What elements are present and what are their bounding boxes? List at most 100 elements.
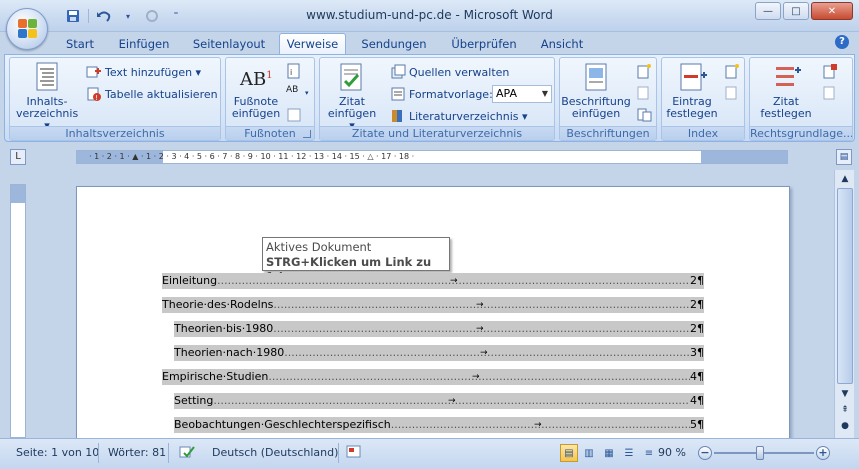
mark-citation-button[interactable]: Zitat festlegen xyxy=(754,61,818,120)
style-label-container: Formatvorlage: xyxy=(390,85,493,103)
draft-icon[interactable]: ≡ xyxy=(640,444,658,462)
toc-entry-empirische[interactable]: Empirische·Studien......................… xyxy=(162,369,704,385)
update-figures-button[interactable] xyxy=(636,84,652,102)
document-area: Aktives Dokument STRG+Klicken um Link zu… xyxy=(30,170,833,438)
title-bar: ▾ ⁼ www.studium-und-pc.de - Microsoft Wo… xyxy=(0,0,859,32)
view-ruler-icon[interactable]: ▤ xyxy=(836,149,852,165)
manage-sources-button[interactable]: Quellen verwalten xyxy=(390,63,509,81)
citation-style-select[interactable]: APA ▼ xyxy=(492,85,552,103)
tab-arrow-icon: → xyxy=(476,324,484,334)
mark-citation-label-2: festlegen xyxy=(760,107,812,120)
vertical-scrollbar[interactable]: ▲ ▼ ⇞ ● xyxy=(834,170,854,438)
horizontal-ruler[interactable]: · 1 · 2 · 1 · ▲ · 1 · 2 · 3 · 4 · 5 · 6 … xyxy=(76,150,788,164)
minimize-button[interactable]: — xyxy=(755,2,781,20)
tab-ansicht[interactable]: Ansicht xyxy=(534,34,590,54)
add-text-label: Text hinzufügen ▾ xyxy=(105,65,202,79)
web-layout-icon[interactable]: ▦ xyxy=(600,444,618,462)
toc-entry-page: 3¶ xyxy=(690,345,704,361)
maximize-button[interactable]: □ xyxy=(783,2,809,20)
table-of-figures-icon xyxy=(636,63,652,79)
insert-citation-button[interactable]: Zitat einfügen ▾ xyxy=(324,61,380,132)
tab-einfuegen[interactable]: Einfügen xyxy=(112,34,176,54)
mark-entry-button[interactable]: Eintrag festlegen xyxy=(662,61,722,120)
tab-verweise[interactable]: Verweise xyxy=(279,33,346,55)
next-footnote-button[interactable]: AB ▾ xyxy=(286,84,309,102)
insert-footnote-button[interactable]: AB1 Fußnote einfügen xyxy=(228,61,284,120)
document-page[interactable]: Aktives Dokument STRG+Klicken um Link zu… xyxy=(76,186,790,438)
caption-icon xyxy=(580,61,612,93)
page-count[interactable]: Seite: 1 von 10 xyxy=(16,445,99,461)
show-notes-button[interactable] xyxy=(286,106,302,124)
show-notes-icon xyxy=(286,107,302,123)
proofing-icon[interactable] xyxy=(178,445,196,461)
print-layout-icon[interactable]: ▤ xyxy=(560,444,578,462)
toc-entry-page: 4¶ xyxy=(690,369,704,385)
bibliography-button[interactable]: Literaturverzeichnis ▾ xyxy=(390,107,528,125)
zoom-level[interactable]: 90 % xyxy=(658,445,686,461)
svg-text:!: ! xyxy=(95,94,98,102)
update-authorities-button[interactable] xyxy=(822,84,838,102)
macro-record-icon[interactable] xyxy=(346,445,362,461)
outline-icon[interactable]: ☰ xyxy=(620,444,638,462)
scroll-down-icon[interactable]: ▼ xyxy=(837,386,853,402)
close-button[interactable]: ✕ xyxy=(811,2,853,20)
toc-entry-text: Theorien·bis·1980 xyxy=(174,322,274,335)
previous-page-icon[interactable]: ⇞ xyxy=(837,402,853,418)
ruler-top-margin xyxy=(11,185,25,203)
language-indicator[interactable]: Deutsch (Deutschland) xyxy=(212,445,338,461)
zoom-slider-thumb[interactable] xyxy=(756,446,764,460)
add-text-button[interactable]: Text hinzufügen ▾ xyxy=(86,63,201,81)
zoom-in-button[interactable]: + xyxy=(816,446,830,460)
scroll-up-icon[interactable]: ▲ xyxy=(837,171,853,187)
bibliography-icon xyxy=(390,108,406,124)
toc-entry-theorien-bis[interactable]: Theorien·bis·1980.......................… xyxy=(174,321,704,337)
group-index: Eintrag festlegen Index xyxy=(661,57,745,141)
status-bar: Seite: 1 von 10 Wörter: 81 Deutsch (Deut… xyxy=(0,438,859,469)
toc-icon xyxy=(31,61,63,93)
tab-start[interactable]: Start xyxy=(58,34,102,54)
toc-button[interactable]: Inhalts- verzeichnis ▾ xyxy=(16,61,78,132)
divider xyxy=(338,443,339,463)
insert-index-icon xyxy=(724,63,740,79)
manage-sources-icon xyxy=(390,64,406,80)
update-authorities-icon xyxy=(822,85,838,101)
word-count[interactable]: Wörter: 81 xyxy=(108,445,166,461)
cross-reference-button[interactable] xyxy=(636,106,652,124)
tab-sendungen[interactable]: Sendungen xyxy=(356,34,432,54)
update-index-button[interactable] xyxy=(724,84,740,102)
toc-entry-beobachtungen[interactable]: Beobachtungen·Geschlechterspezifisch....… xyxy=(174,417,704,433)
tab-selector-button[interactable]: L xyxy=(10,149,26,165)
caption-label-2: einfügen xyxy=(571,107,621,120)
office-button[interactable] xyxy=(6,8,48,50)
group-zitate: Zitat einfügen ▾ Quellen verwalten Forma… xyxy=(319,57,555,141)
toc-entry-theorien-nach[interactable]: Theorien·nach·1980......................… xyxy=(174,345,704,361)
toc-entry-text: Beobachtungen·Geschlechterspezifisch xyxy=(174,418,391,431)
browse-object-icon[interactable]: ● xyxy=(837,418,853,434)
help-icon[interactable]: ? xyxy=(835,35,849,49)
mark-entry-label-2: festlegen xyxy=(666,107,718,120)
citation-style-value: APA xyxy=(496,87,517,100)
toc-entry-setting[interactable]: Setting.................................… xyxy=(174,393,704,409)
tab-ueberpruefen[interactable]: Überprüfen xyxy=(444,34,524,54)
citation-icon xyxy=(336,61,368,93)
endnote-icon: i xyxy=(286,63,302,79)
group-label-index: Index xyxy=(662,126,744,140)
zoom-slider-track[interactable] xyxy=(714,452,814,454)
insert-caption-button[interactable]: Beschriftung einfügen xyxy=(560,61,632,120)
mark-citation-icon xyxy=(770,61,802,93)
update-index-icon xyxy=(724,85,740,101)
toc-entry-einleitung[interactable]: Einleitung..............................… xyxy=(162,273,704,289)
update-table-button[interactable]: ! Tabelle aktualisieren xyxy=(86,85,218,103)
full-screen-reading-icon[interactable]: ▥ xyxy=(580,444,598,462)
dialog-launcher-icon[interactable] xyxy=(303,130,311,138)
tab-seitenlayout[interactable]: Seitenlayout xyxy=(188,34,270,54)
insert-table-of-figures-button[interactable] xyxy=(636,62,652,80)
toc-entry-theorie[interactable]: Theorie·des·Rodelns.....................… xyxy=(162,297,704,313)
group-label-zitate: Zitate und Literaturverzeichnis xyxy=(320,126,554,140)
insert-endnote-button[interactable]: i xyxy=(286,62,302,80)
insert-table-of-authorities-button[interactable] xyxy=(822,62,838,80)
zoom-out-button[interactable]: − xyxy=(698,446,712,460)
vertical-ruler[interactable] xyxy=(10,184,26,438)
scrollbar-thumb[interactable] xyxy=(837,188,853,384)
insert-index-button[interactable] xyxy=(724,62,740,80)
